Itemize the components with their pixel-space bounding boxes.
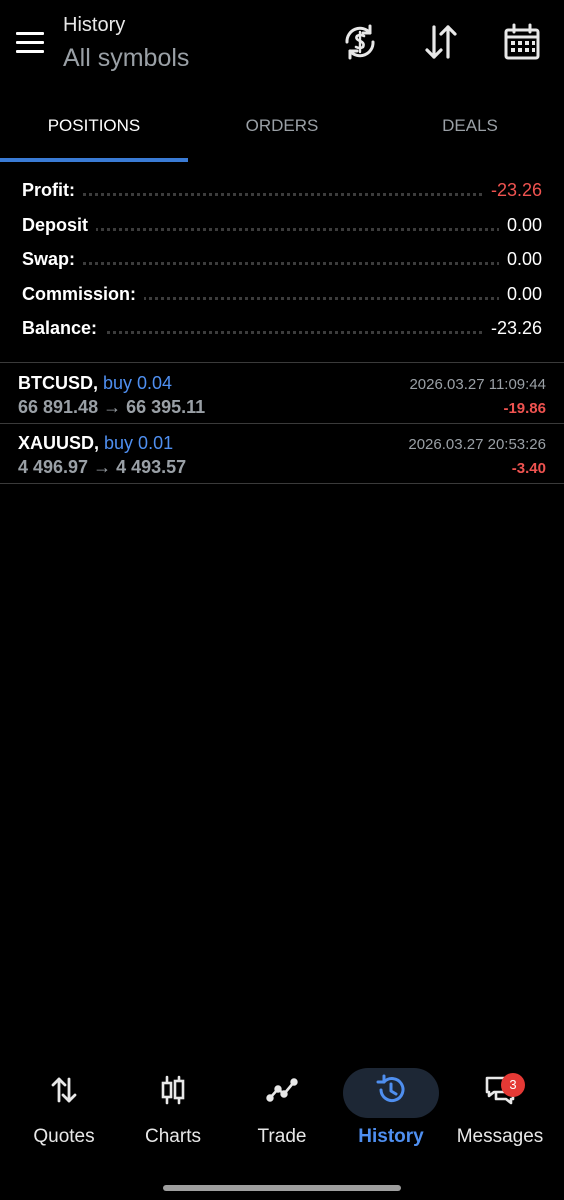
summary-label: Balance: bbox=[22, 318, 106, 339]
nav-trade[interactable]: Trade bbox=[226, 1060, 338, 1160]
dotted-leader bbox=[22, 193, 542, 196]
dotted-leader bbox=[22, 227, 542, 231]
nav-messages[interactable]: Messages bbox=[444, 1060, 556, 1160]
app-header: History All symbols bbox=[0, 0, 564, 92]
nav-label: Charts bbox=[145, 1126, 201, 1147]
bottom-navigation: Quotes Charts Trade History Messages bbox=[0, 1060, 564, 1160]
position-side: buy 0.04 bbox=[103, 373, 173, 393]
position-time: 2026.03.27 11:09:44 bbox=[409, 376, 546, 393]
nav-quotes[interactable]: Quotes bbox=[8, 1060, 120, 1160]
summary-panel: Profit: -23.26 Deposit 0.00 Swap: 0.00 C… bbox=[0, 172, 564, 345]
summary-value: 0.00 bbox=[498, 283, 542, 305]
summary-row-profit: Profit: -23.26 bbox=[0, 172, 564, 207]
position-row[interactable]: XAUUSD, buy 0.01 4 496.97 → 4 493.57 202… bbox=[0, 423, 564, 483]
divider bbox=[0, 483, 564, 484]
page-title: History bbox=[63, 14, 126, 36]
messages-count-badge: 3 bbox=[501, 1073, 525, 1097]
position-prices: 66 891.48 → 66 395.11 bbox=[18, 397, 206, 417]
active-tab-indicator bbox=[0, 158, 188, 162]
position-profit: -19.86 bbox=[503, 400, 546, 417]
summary-row-deposit: Deposit 0.00 bbox=[0, 207, 564, 242]
menu-icon[interactable] bbox=[14, 30, 48, 56]
quotes-arrows-icon bbox=[48, 1074, 80, 1106]
position-symbol: XAUUSD, buy 0.01 bbox=[18, 433, 174, 453]
sort-icon[interactable] bbox=[421, 22, 461, 62]
summary-label: Deposit bbox=[22, 214, 97, 236]
position-profit: -3.40 bbox=[511, 460, 546, 477]
tab-positions[interactable]: POSITIONS bbox=[0, 92, 188, 162]
nav-label: Quotes bbox=[33, 1126, 95, 1147]
home-indicator[interactable] bbox=[163, 1185, 401, 1191]
nav-label: Messages bbox=[456, 1126, 544, 1147]
trade-line-icon bbox=[266, 1074, 298, 1106]
nav-label: History bbox=[358, 1126, 424, 1147]
summary-row-swap: Swap: 0.00 bbox=[0, 241, 564, 276]
position-prices: 4 496.97 → 4 493.57 bbox=[18, 457, 187, 477]
summary-label: Commission: bbox=[22, 283, 145, 305]
position-side: buy 0.01 bbox=[104, 433, 174, 453]
nav-label: Trade bbox=[257, 1126, 307, 1147]
dotted-leader bbox=[22, 262, 542, 265]
nav-history[interactable]: History bbox=[335, 1060, 447, 1160]
history-tabs: POSITIONS ORDERS DEALS bbox=[0, 92, 564, 162]
nav-charts[interactable]: Charts bbox=[117, 1060, 229, 1160]
symbol-filter[interactable]: All symbols bbox=[63, 44, 189, 73]
summary-label: Profit: bbox=[22, 180, 83, 201]
summary-value: -23.26 bbox=[482, 180, 542, 201]
tab-orders[interactable]: ORDERS bbox=[188, 92, 376, 162]
position-row[interactable]: BTCUSD, buy 0.04 66 891.48 → 66 395.11 2… bbox=[0, 363, 564, 423]
summary-row-commission: Commission: 0.00 bbox=[0, 276, 564, 311]
tab-deals[interactable]: DEALS bbox=[376, 92, 564, 162]
summary-value: 0.00 bbox=[498, 214, 542, 236]
position-time: 2026.03.27 20:53:26 bbox=[408, 436, 546, 453]
summary-row-balance: Balance: -23.26 bbox=[0, 310, 564, 345]
currency-sync-icon[interactable] bbox=[340, 22, 380, 62]
calendar-icon[interactable] bbox=[502, 22, 542, 62]
history-icon bbox=[375, 1074, 407, 1106]
candlestick-icon bbox=[157, 1074, 189, 1106]
summary-value: 0.00 bbox=[498, 249, 542, 270]
summary-value: -23.26 bbox=[482, 318, 542, 339]
summary-label: Swap: bbox=[22, 249, 84, 270]
position-symbol: BTCUSD, buy 0.04 bbox=[18, 373, 173, 393]
